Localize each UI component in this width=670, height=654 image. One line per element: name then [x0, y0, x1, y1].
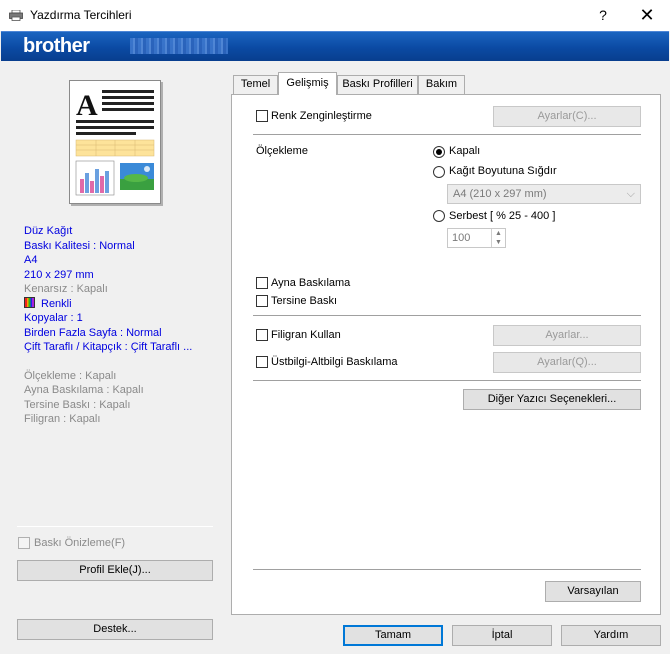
help-button[interactable]: Yardım	[561, 625, 661, 646]
print-preview-label: Baskı Önizleme(F)	[34, 537, 126, 549]
left-separator	[17, 526, 213, 527]
mirror-print-label: Ayna Baskılama	[271, 277, 351, 289]
divider	[253, 380, 641, 381]
mirror-print-checkbox[interactable]	[256, 277, 268, 289]
header-footer-settings-button[interactable]: Ayarlar(Q)...	[493, 352, 641, 373]
summary-line: Çift Taraflı / Kitapçık : Çift Taraflı .…	[24, 341, 193, 353]
cancel-button[interactable]: İptal	[452, 625, 552, 646]
reverse-print-label: Tersine Baskı	[271, 295, 338, 307]
summary-line: Ayna Baskılama : Kapalı	[24, 384, 144, 396]
summary-line: Tersine Baskı : Kapalı	[24, 398, 131, 411]
tab-advanced[interactable]: Gelişmiş	[278, 72, 337, 95]
add-profile-button[interactable]: Profil Ekle(J)...	[17, 560, 213, 581]
spin-arrows-icon[interactable]: ▲ ▼	[491, 229, 505, 247]
scaling-fit-radio[interactable]	[433, 166, 445, 178]
summary-line: Kopyalar : 1	[24, 312, 83, 324]
brand-banner	[1, 31, 669, 61]
header-footer-checkbox[interactable]	[256, 356, 268, 368]
scaling-fit-label: Kağıt Boyutuna Sığdır	[449, 165, 557, 177]
summary-line: A4	[24, 254, 38, 266]
color-mode-summary: Renkli	[24, 296, 219, 312]
tab-print-profiles[interactable]: Baskı Profilleri	[337, 75, 418, 94]
tab-maintenance[interactable]: Bakım	[418, 75, 465, 94]
window-title: Yazdırma Tercihleri	[30, 8, 132, 22]
summary-line: Filigran : Kapalı	[24, 413, 101, 425]
model-name-redacted	[130, 38, 228, 54]
color-enhance-checkbox[interactable]	[256, 110, 268, 122]
divider	[253, 134, 641, 135]
summary-line: Baskı Kalitesi : Normal	[24, 239, 135, 252]
scale-percent-spinner[interactable]: 100 ▲ ▼	[447, 228, 506, 248]
help-title-button[interactable]: ?	[580, 0, 626, 31]
document-preview-icon: A	[75, 89, 155, 196]
header-footer-label: Üstbilgi-Altbilgi Baskılama	[271, 356, 398, 368]
page-preview: A	[69, 80, 161, 204]
color-settings-button[interactable]: Ayarlar(C)...	[493, 106, 641, 127]
other-printer-options-button[interactable]: Diğer Yazıcı Seçenekleri...	[463, 389, 641, 410]
chevron-down-icon: ⌵	[626, 188, 635, 200]
paper-size-select[interactable]: A4 (210 x 297 mm) ⌵	[447, 184, 641, 204]
scaling-free-label: Serbest [ % 25 - 400 ]	[449, 210, 556, 222]
scaling-free-radio[interactable]	[433, 210, 445, 222]
watermark-label: Filigran Kullan	[271, 329, 341, 341]
tab-basic[interactable]: Temel	[233, 75, 278, 94]
summary-line: Ölçekleme : Kapalı	[24, 369, 117, 382]
settings-summary: Düz Kağıt Baskı Kalitesi : Normal A4 210 x …	[24, 224, 219, 427]
divider	[253, 315, 641, 316]
summary-line: Kenarsız : Kapalı	[24, 283, 108, 295]
color-enhance-label: Renk Zenginleştirme	[271, 110, 372, 122]
reverse-print-checkbox[interactable]	[256, 295, 268, 307]
color-swatch-icon	[24, 296, 35, 308]
ok-button[interactable]: Tamam	[343, 625, 443, 646]
scaling-off-radio[interactable]	[433, 146, 445, 158]
watermark-checkbox[interactable]	[256, 329, 268, 341]
brand-logo: brother	[23, 35, 90, 57]
scaling-off-label: Kapalı	[449, 145, 481, 157]
print-preview-checkbox[interactable]	[18, 537, 30, 549]
divider	[253, 569, 641, 570]
summary-line: Birden Fazla Sayfa : Normal	[24, 326, 162, 339]
summary-line: 210 x 297 mm	[24, 268, 94, 281]
scaling-label: Ölçekleme	[256, 145, 308, 157]
summary-line: Düz Kağıt	[24, 225, 73, 237]
watermark-settings-button[interactable]: Ayarlar...	[493, 325, 641, 346]
svg-text:A: A	[76, 89, 98, 122]
printer-icon	[9, 10, 23, 21]
support-button[interactable]: Destek...	[17, 619, 213, 640]
close-button[interactable]: ✕	[624, 0, 670, 31]
default-button[interactable]: Varsayılan	[545, 581, 641, 602]
